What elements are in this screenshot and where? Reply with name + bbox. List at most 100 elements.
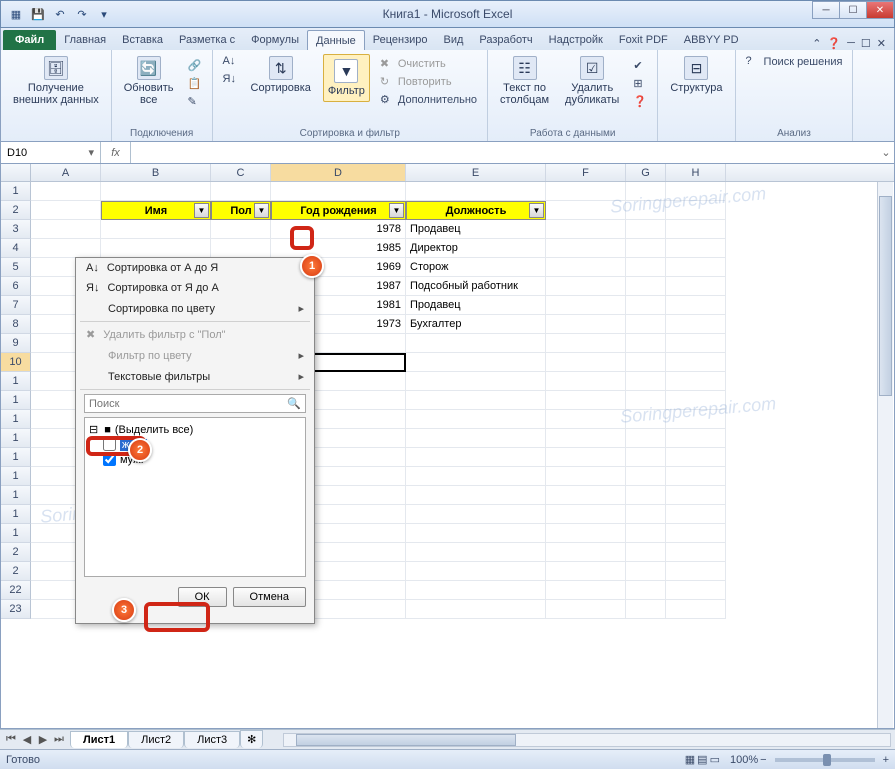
help-icon[interactable]: ❓	[827, 37, 841, 50]
row-header[interactable]: 22	[1, 581, 31, 600]
properties-button[interactable]: 📋	[186, 76, 204, 92]
refresh-all-button[interactable]: 🔄 Обновить все	[120, 54, 178, 108]
vertical-scrollbar[interactable]	[877, 182, 893, 728]
row-header[interactable]: 8	[1, 315, 31, 334]
cell[interactable]: Сторож	[406, 258, 546, 277]
sort-color-item[interactable]: Сортировка по цвету▸	[76, 298, 314, 319]
row-header[interactable]: 4	[1, 239, 31, 258]
horizontal-scrollbar[interactable]	[283, 733, 891, 747]
whatif-button[interactable]: ❓	[631, 94, 649, 110]
row-header[interactable]: 1	[1, 182, 31, 201]
table-header-position[interactable]: Должность▼	[406, 201, 546, 220]
filter-search-box[interactable]: 🔍	[84, 394, 306, 413]
row-header[interactable]: 1	[1, 429, 31, 448]
sheet-tab-1[interactable]: Лист1	[70, 731, 128, 748]
row-header[interactable]: 1	[1, 467, 31, 486]
col-header[interactable]: H	[666, 164, 726, 181]
filter-search-input[interactable]	[89, 398, 287, 410]
tab-abbyy[interactable]: ABBYY PD	[676, 30, 747, 50]
row-header[interactable]: 1	[1, 486, 31, 505]
name-box[interactable]: D10▾	[1, 142, 101, 163]
tab-insert[interactable]: Вставка	[114, 30, 171, 50]
zoom-in-icon[interactable]: +	[883, 754, 889, 766]
sort-za-item[interactable]: Я↓Сортировка от Я до А	[76, 278, 314, 298]
table-header-gender[interactable]: Пол▼	[211, 201, 271, 220]
file-tab[interactable]: Файл	[3, 30, 56, 50]
row-header[interactable]: 5	[1, 258, 31, 277]
cell[interactable]: Подсобный работник	[406, 277, 546, 296]
filter-dropdown-icon[interactable]: ▼	[529, 203, 544, 218]
col-header[interactable]: E	[406, 164, 546, 181]
row-header[interactable]: 9	[1, 334, 31, 353]
row-header[interactable]: 1	[1, 391, 31, 410]
tab-data[interactable]: Данные	[307, 30, 365, 50]
sort-za-button[interactable]: Я↓	[221, 72, 239, 88]
cell[interactable]: Продавец	[406, 296, 546, 315]
filter-button[interactable]: ▼ Фильтр	[323, 54, 370, 102]
row-header[interactable]: 1	[1, 372, 31, 391]
row-header[interactable]: 1	[1, 524, 31, 543]
get-external-data-button[interactable]: 🗄 Получение внешних данных	[9, 54, 103, 108]
remove-duplicates-button[interactable]: ☑Удалить дубликаты	[561, 54, 623, 108]
advanced-filter-button[interactable]: ⚙Дополнительно	[378, 92, 479, 108]
sheet-prev-icon[interactable]: ◀	[20, 733, 34, 746]
table-header-name[interactable]: Имя▼	[101, 201, 211, 220]
row-header[interactable]: 1	[1, 448, 31, 467]
tab-home[interactable]: Главная	[56, 30, 114, 50]
row-header[interactable]: 3	[1, 220, 31, 239]
tab-layout[interactable]: Разметка с	[171, 30, 243, 50]
workbook-close-icon[interactable]: ✕	[877, 37, 886, 50]
cell[interactable]: Директор	[406, 239, 546, 258]
cancel-button[interactable]: Отмена	[233, 587, 306, 607]
sheet-next-icon[interactable]: ▶	[36, 733, 50, 746]
select-all-corner[interactable]	[1, 164, 31, 181]
new-sheet-button[interactable]: ✻	[240, 730, 263, 748]
workbook-max-icon[interactable]: ☐	[861, 37, 871, 50]
fx-icon[interactable]: fx	[101, 142, 131, 163]
zoom-thumb[interactable]	[823, 754, 831, 766]
text-to-columns-button[interactable]: ☷Текст по столбцам	[496, 54, 553, 108]
zoom-level[interactable]: 100%	[730, 754, 758, 766]
redo-icon[interactable]: ↷	[73, 5, 91, 23]
tab-developer[interactable]: Разработч	[471, 30, 540, 50]
expand-fx-icon[interactable]: ⌄	[878, 146, 894, 159]
row-header[interactable]: 10	[1, 353, 31, 372]
col-header[interactable]: D	[271, 164, 406, 181]
maximize-button[interactable]: ☐	[839, 1, 867, 19]
scrollbar-thumb[interactable]	[879, 196, 892, 396]
row-header[interactable]: 1	[1, 410, 31, 429]
tab-formulas[interactable]: Формулы	[243, 30, 307, 50]
filter-dropdown-icon[interactable]: ▼	[389, 203, 404, 218]
minimize-ribbon-icon[interactable]: ⌃	[812, 37, 821, 50]
consolidate-button[interactable]: ⊞	[631, 76, 649, 92]
sheet-tab-3[interactable]: Лист3	[184, 731, 240, 748]
connections-button[interactable]: 🔗	[186, 58, 204, 74]
row-header[interactable]: 6	[1, 277, 31, 296]
cell[interactable]: Продавец	[406, 220, 546, 239]
row-header[interactable]: 2	[1, 562, 31, 581]
edit-links-button[interactable]: ✎	[186, 94, 204, 110]
text-filters-item[interactable]: Текстовые фильтры▸	[76, 366, 314, 387]
page-layout-icon[interactable]: ▤	[697, 753, 707, 766]
close-button[interactable]: ✕	[866, 1, 894, 19]
filter-dropdown-icon[interactable]: ▼	[254, 203, 269, 218]
page-break-icon[interactable]: ▭	[710, 753, 720, 766]
col-header[interactable]: A	[31, 164, 101, 181]
minimize-button[interactable]: ─	[812, 1, 840, 19]
row-header[interactable]: 2	[1, 201, 31, 220]
zoom-slider[interactable]	[775, 758, 875, 762]
save-icon[interactable]: 💾	[29, 5, 47, 23]
qat-dropdown-icon[interactable]: ▾	[95, 5, 113, 23]
cell[interactable]: Бухгалтер	[406, 315, 546, 334]
row-header[interactable]: 1	[1, 505, 31, 524]
col-header[interactable]: C	[211, 164, 271, 181]
tab-view[interactable]: Вид	[436, 30, 472, 50]
tab-addins[interactable]: Надстройк	[541, 30, 611, 50]
col-header[interactable]: F	[546, 164, 626, 181]
workbook-min-icon[interactable]: ─	[847, 37, 855, 50]
tab-foxit[interactable]: Foxit PDF	[611, 30, 676, 50]
tab-review[interactable]: Рецензиро	[365, 30, 436, 50]
sheet-first-icon[interactable]: ⏮	[4, 733, 18, 746]
undo-icon[interactable]: ↶	[51, 5, 69, 23]
sort-az-item[interactable]: A↓Сортировка от А до Я	[76, 258, 314, 278]
